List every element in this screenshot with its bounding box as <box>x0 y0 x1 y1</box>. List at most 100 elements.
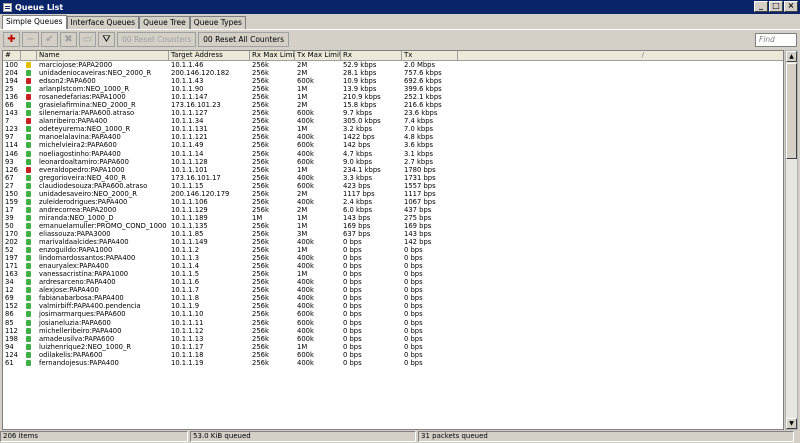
column-header-tx[interactable]: Tx <box>402 51 458 60</box>
rx-max-limit: 256k <box>252 69 269 78</box>
target-address: 10.1.1.189 <box>171 213 208 222</box>
table-row[interactable]: 27 claudiodesouza:PAPA600.atraso 10.1.1.15… <box>3 182 783 190</box>
tx-rate: 7.0 kbps <box>404 125 434 134</box>
table-row[interactable]: 34 ardresarceno:PAPA400 10.1.1.6 256k 400k 0 … <box>3 278 783 286</box>
row-filler <box>458 214 783 222</box>
table-row[interactable]: 150 unidadesaveiro:NEO_2000_R 200.146.120.… <box>3 190 783 198</box>
scroll-up-icon[interactable]: ▲ <box>786 51 797 62</box>
table-row[interactable]: 114 michelvieira2:PAPA600 10.1.1.49 256k 600… <box>3 141 783 149</box>
queue-status-icon <box>26 150 31 157</box>
reset-counters-button[interactable]: 00 Reset Counters <box>117 32 197 47</box>
table-row[interactable]: 124 odilakelis:PAPA600 10.1.1.18 256k 600k 0 … <box>3 351 783 359</box>
table-row[interactable]: 123 odeteyurema:NEO_1000_R 10.1.1.131 256k 1… <box>3 125 783 133</box>
window-controls: _ □ × <box>754 1 798 12</box>
add-button[interactable]: ✚ <box>3 32 20 47</box>
rx-rate: 52.9 kbps <box>343 61 377 69</box>
minimize-button[interactable]: _ <box>754 1 768 12</box>
disable-button[interactable]: ✖ <box>60 32 77 47</box>
filter-icon[interactable]: ⛛ <box>98 32 115 47</box>
column-header-rx[interactable]: Rx <box>341 51 402 60</box>
tx-max-limit: 400k <box>297 286 314 295</box>
window-titlebar: Queue List _ □ × <box>0 0 800 14</box>
tab-simple-queues[interactable]: Simple Queues <box>2 15 67 29</box>
comment-button[interactable]: ▭ <box>79 32 96 47</box>
table-row[interactable]: 67 gregorioveira:NEO_400_R 173.16.101.17 25… <box>3 174 783 182</box>
find-input[interactable]: Find <box>755 33 797 47</box>
table-row[interactable]: 93 leonardoaltamiro:PAPA600 10.1.1.128 256k… <box>3 158 783 166</box>
status-icon <box>21 286 37 294</box>
table-row[interactable]: 170 eliassouza:PAPA3000 10.1.1.85 256k 3M 637… <box>3 230 783 238</box>
table-row[interactable]: 94 luizhenrique2:NEO_1000_R 10.1.1.17 256k 1… <box>3 343 783 351</box>
close-button[interactable]: × <box>784 1 798 12</box>
queue-name: andrecorrea:PAPA2000 <box>39 205 117 214</box>
status-icon <box>21 133 37 141</box>
table-row[interactable]: 198 amadeusilva:PAPA600 10.1.1.13 256k 600k 0… <box>3 335 783 343</box>
tab-queue-types[interactable]: Queue Types <box>189 16 246 29</box>
table-row[interactable]: 112 michelleribeiro:PAPA400 10.1.1.12 256k 4… <box>3 327 783 335</box>
column-header-tx-max-limit[interactable]: Tx Max Limit <box>295 51 341 60</box>
target-address: 10.1.1.10 <box>171 310 204 319</box>
maximize-button[interactable]: □ <box>769 1 783 12</box>
table-row[interactable]: 69 fabianabarbosa:PAPA400 10.1.1.8 256k 400k… <box>3 294 783 302</box>
table-row[interactable]: 50 emanuelamuller:PROMO_COND_1000 10.1.1.1… <box>3 222 783 230</box>
table-row[interactable]: 163 vanessacristina:PAPA1000 10.1.1.5 256k 1… <box>3 270 783 278</box>
table-row[interactable]: 25 arlanplstcom:NEO_1000_R 10.1.1.90 256k 1M… <box>3 85 783 93</box>
queue-status-icon <box>26 206 31 213</box>
enable-button[interactable]: ✔ <box>41 32 58 47</box>
rx-max-limit: 256k <box>252 229 269 238</box>
table-row[interactable]: 197 lindomardossantos:PAPA400 10.1.1.3 256k… <box>3 254 783 262</box>
scroll-down-icon[interactable]: ▼ <box>786 418 797 429</box>
column-header-extra[interactable]: / <box>458 51 783 60</box>
table-row[interactable]: 202 marivaldaalcides:PAPA400 10.1.1.149 256… <box>3 238 783 246</box>
column-header-target-address[interactable]: Target Address <box>169 51 250 60</box>
tx-rate: 0 bps <box>404 246 423 255</box>
tab-queue-tree[interactable]: Queue Tree <box>139 16 190 29</box>
column-header-rx-max-limit[interactable]: Rx Max Limit <box>250 51 295 60</box>
table-row[interactable]: 39 miranda:NEO_1000_D 10.1.1.189 1M 1M 143 bp… <box>3 214 783 222</box>
table-row[interactable]: 143 silenemaria:PAPA600.atraso 10.1.1.127 2… <box>3 109 783 117</box>
table-row[interactable]: 136 rosanedefarias:PAPA1000 10.1.1.147 256k… <box>3 93 783 101</box>
rx-max-limit: 256k <box>252 246 269 255</box>
rx-rate: 0 bps <box>343 302 362 311</box>
tab-interface-queues[interactable]: Interface Queues <box>66 16 140 29</box>
queue-status-icon <box>26 230 31 237</box>
column-header-name[interactable]: Name <box>37 51 169 60</box>
table-row[interactable]: 86 josimarmarques:PAPA600 10.1.1.10 256k 600… <box>3 310 783 318</box>
column-header-status[interactable] <box>21 51 37 60</box>
remove-button[interactable]: − <box>22 32 39 47</box>
queue-status-icon <box>26 214 31 221</box>
rx-rate: 0 bps <box>343 326 362 335</box>
row-filler <box>458 254 783 262</box>
table-row[interactable]: 52 enzoguildo:PAPA1000 10.1.1.2 256k 1M 0 bps… <box>3 246 783 254</box>
queue-status-icon <box>26 319 31 326</box>
table-row[interactable]: 61 fernandojesus:PAPA400 10.1.1.19 256k 400k… <box>3 359 783 367</box>
tx-max-limit: 1M <box>297 213 308 222</box>
table-row[interactable]: 12 alexjose:PAPA400 10.1.1.7 256k 400k 0 bps 0… <box>3 286 783 294</box>
table-row[interactable]: 7 alanribeiro:PAPA400 10.1.1.34 256k 400k 305… <box>3 117 783 125</box>
table-row[interactable]: 194 edson2:PAPA600 10.1.1.43 256k 600k 10.9 k… <box>3 77 783 85</box>
rx-max-limit: 256k <box>252 101 269 110</box>
table-row[interactable]: 152 valmirbiff:PAPA400.pendencia 10.1.1.9 2… <box>3 302 783 310</box>
queue-status-icon <box>26 239 31 246</box>
vertical-scrollbar[interactable]: ▲ ▼ <box>785 50 798 430</box>
table-row[interactable]: 171 enauryalex:PAPA400 10.1.1.4 256k 400k 0 b… <box>3 262 783 270</box>
table-row[interactable]: 159 zuleiderodrigues:PAPA400 10.1.1.106 256… <box>3 198 783 206</box>
queue-name: claudiodesouza:PAPA600.atraso <box>39 181 148 190</box>
table-row[interactable]: 85 josianeluzia:PAPA600 10.1.1.11 256k 600k 0… <box>3 319 783 327</box>
tx-max-limit: 1M <box>297 246 308 255</box>
table-row[interactable]: 66 grasielafirmina:NEO_2000_R 173.16.101.2… <box>3 101 783 109</box>
table-row[interactable]: 100 marciojose:PAPA2000 10.1.1.46 256k 2M 52.… <box>3 61 783 69</box>
target-address: 10.1.1.11 <box>171 318 204 327</box>
table-row[interactable]: 97 manoelalavina:PAPA400 10.1.1.121 256k 400… <box>3 133 783 141</box>
column-header-number[interactable]: # <box>3 51 21 60</box>
tx-max-limit: 400k <box>297 326 314 335</box>
tx-max-limit: 400k <box>297 117 314 126</box>
table-row[interactable]: 126 everaldopedro:PAPA1000 10.1.1.101 256k 1… <box>3 166 783 174</box>
reset-all-counters-button[interactable]: 00 Reset All Counters <box>198 32 289 47</box>
scroll-thumb[interactable] <box>786 63 797 159</box>
tx-rate: 169 bps <box>404 221 432 230</box>
table-row[interactable]: 17 andrecorrea:PAPA2000 10.1.1.129 256k 2M 6.… <box>3 206 783 214</box>
table-row[interactable]: 204 unidadeniocaveiras:NEO_2000_R 200.146.… <box>3 69 783 77</box>
queue-status-icon <box>26 287 31 294</box>
table-row[interactable]: 146 noeliagostinho:PAPA400 10.1.1.14 256k 40… <box>3 150 783 158</box>
